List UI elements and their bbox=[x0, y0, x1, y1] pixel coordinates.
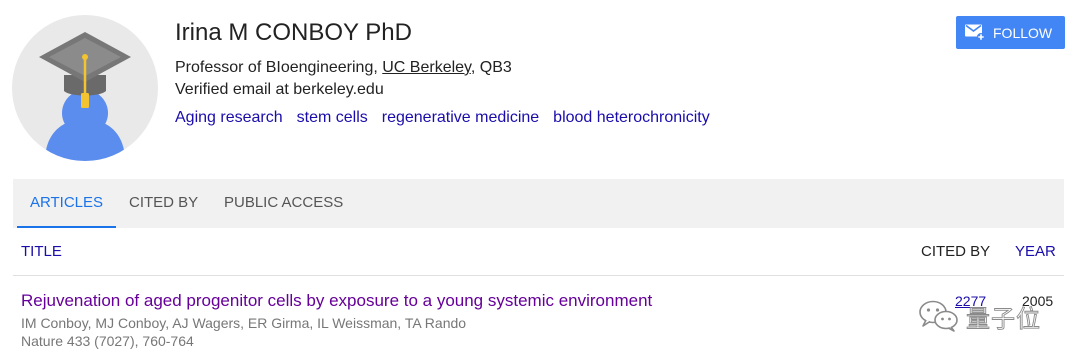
interest-link-blood-heterochronicity[interactable]: blood heterochronicity bbox=[553, 109, 710, 126]
tab-bar: ARTICLES CITED BY PUBLIC ACCESS bbox=[13, 179, 1064, 228]
affiliation-prefix: Professor of BIoengineering, bbox=[175, 59, 383, 76]
cited-by-column-header: CITED BY bbox=[921, 243, 991, 260]
research-interests: Aging research stem cells regenerative med… bbox=[175, 108, 724, 128]
graduate-avatar-icon bbox=[39, 32, 131, 161]
year-column-header[interactable]: YEAR bbox=[1015, 243, 1056, 261]
interest-link-regenerative-medicine[interactable]: regenerative medicine bbox=[382, 109, 539, 126]
affiliation-link[interactable]: UC Berkeley bbox=[382, 59, 471, 76]
title-column-header[interactable]: TITLE bbox=[21, 243, 62, 261]
profile-name: Irina M CONBOY PhD bbox=[175, 19, 412, 46]
article-authors: IM Conboy, MJ Conboy, AJ Wagers, ER Girm… bbox=[21, 315, 467, 331]
article-title-link[interactable]: Rejuvenation of aged progenitor cells by… bbox=[21, 291, 652, 311]
tab-public-access[interactable]: PUBLIC ACCESS bbox=[224, 179, 343, 228]
affiliation-suffix: , QB3 bbox=[470, 59, 512, 76]
interest-link-aging-research[interactable]: Aging research bbox=[175, 109, 283, 126]
email-follow-icon bbox=[965, 24, 985, 41]
follow-button-label: FOLLOW bbox=[993, 24, 1053, 41]
affiliation: Professor of BIoengineering, UC Berkeley… bbox=[175, 58, 512, 78]
follow-button[interactable]: FOLLOW bbox=[956, 16, 1065, 49]
article-venue: Nature 433 (7027), 760-764 bbox=[21, 333, 194, 349]
watermark-text: 量子位 bbox=[966, 304, 1041, 333]
wechat-icon bbox=[919, 300, 958, 332]
watermark: 量子位 bbox=[918, 296, 1054, 336]
interest-link-stem-cells[interactable]: stem cells bbox=[297, 109, 368, 126]
avatar bbox=[12, 15, 158, 161]
tab-cited-by[interactable]: CITED BY bbox=[129, 179, 198, 228]
header-divider bbox=[13, 275, 1064, 276]
tab-articles[interactable]: ARTICLES bbox=[17, 179, 116, 228]
verified-email: Verified email at berkeley.edu bbox=[175, 81, 384, 98]
profile-info: Irina M CONBOY PhD Professor of BIoengin… bbox=[175, 18, 710, 126]
